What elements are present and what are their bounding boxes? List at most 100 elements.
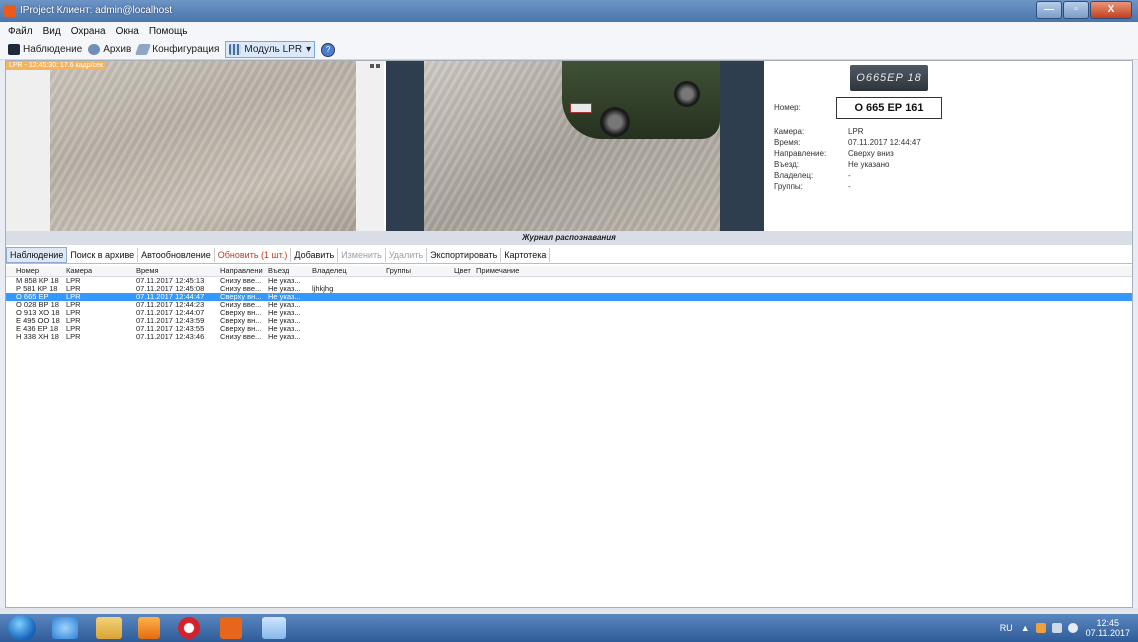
refresh-button[interactable]: Обновить (1 шт.) [215,248,292,262]
maximize-button[interactable]: ▫ [1063,1,1089,19]
language-indicator[interactable]: RU [1000,623,1013,633]
menu-bar: Файл Вид Охрана Окна Помощь [0,22,1138,40]
tab-observe[interactable]: Наблюдение [6,247,68,263]
table-cell-Направлени: Сверху вн... [220,317,262,325]
window-title: IProject Клиент: admin@localhost [20,5,173,16]
table-cell-Направлени: Снизу вве... [220,285,262,293]
network-icon[interactable] [1051,623,1062,633]
window-controls: — ▫ X [1035,1,1132,19]
vehicle-image [562,61,720,139]
menu-help[interactable]: Помощь [149,26,188,37]
flag-icon[interactable] [1035,623,1046,633]
live-camera-view[interactable]: LPR - 12:45:30; 17.6 кадр/сек [6,61,384,231]
menu-windows[interactable]: Окна [116,26,139,37]
menu-view[interactable]: Вид [43,26,61,37]
col-time[interactable]: Время [136,266,159,275]
table-row[interactable]: О 913 ХО 18 LPR 07.11.2017 12:44:07 Сверху … [6,309,1132,317]
journal-title: Журнал распознавания [6,231,1132,245]
table-row[interactable]: О 665 ЕР LPR 07.11.2017 12:44:47 Сверху вн.… [6,293,1132,301]
card-index-button[interactable]: Картотека [501,248,551,262]
clock[interactable]: 12:45 07.11.2017 [1086,618,1130,638]
dropdown-arrow-icon: ▾ [306,44,312,55]
groups-value: - [848,182,851,191]
table-cell-Въезд: Не указ... [268,277,301,285]
close-button[interactable]: X [1090,1,1132,19]
entry-value: Не указано [848,160,890,169]
table-cell-Номер: Н 338 ХН 18 [16,333,59,341]
plate-crop-image: O665EP 18 [850,65,928,91]
table-cell-Время: 07.11.2017 12:44:47 [136,293,205,301]
camera-menu-icon[interactable] [370,64,380,68]
table-row[interactable]: М 858 КР 18 LPR 07.11.2017 12:45:13 Снизу в… [6,277,1132,285]
tray-expand-icon[interactable]: ▲ [1021,623,1030,633]
table-cell-Въезд: Не указ... [268,317,301,325]
table-cell-Въезд: Не указ... [268,325,301,333]
vehicle-plate [570,103,592,113]
entry-label: Въезд: [774,160,799,169]
help-icon[interactable]: ? [321,42,336,57]
menu-file[interactable]: Файл [8,26,33,37]
table-cell-Въезд: Не указ... [268,285,301,293]
archive-label: Архив [103,44,132,55]
ie-icon[interactable] [52,617,78,639]
edit-button[interactable]: Изменить [338,248,386,262]
iproject-icon[interactable] [220,617,242,639]
table-cell-Камера: LPR [66,309,81,317]
delete-button[interactable]: Удалить [386,248,428,262]
col-direction[interactable]: Направлени [220,266,266,275]
table-cell-Номер: О 028 ВР 18 [16,301,59,309]
recognized-snapshot [386,61,764,231]
table-cell-Владелец: ljhkjhg [312,285,334,293]
table-cell-Направлени: Снизу вве... [220,301,262,309]
col-note[interactable]: Примечание [476,266,519,275]
title-bar: IProject Клиент: admin@localhost — ▫ X [0,0,1138,22]
explorer-icon[interactable] [96,617,122,639]
paint-icon[interactable] [262,617,286,639]
col-groups[interactable]: Группы [386,266,411,275]
menu-security[interactable]: Охрана [71,26,106,37]
monitor-icon [8,44,20,55]
tab-autorefresh[interactable]: Автообновление [138,248,215,262]
camera-label: Камера: [774,127,805,136]
table-cell-Номер: М 858 КР 18 [16,277,59,285]
table-cell-Время: 07.11.2017 12:45:13 [136,277,205,285]
col-color[interactable]: Цвет [454,266,471,275]
table-cell-Направлени: Сверху вн... [220,325,262,333]
number-value: О 665 ЕР 161 [836,97,942,119]
minimize-button[interactable]: — [1036,1,1062,19]
archive-icon [88,44,101,55]
table-cell-Въезд: Не указ... [268,309,301,317]
add-button[interactable]: Добавить [291,248,339,262]
archive-button[interactable]: Архив [88,44,131,55]
table-cell-Въезд: Не указ... [268,301,301,309]
table-row[interactable]: Е 495 ОО 18 LPR 07.11.2017 12:43:59 Сверху … [6,317,1132,325]
table-header: Номер Камера Время Направлени Въезд Влад… [6,266,1132,277]
config-button[interactable]: Конфигурация [135,44,219,55]
lpr-module-button[interactable]: Модуль LPR ▾ [225,41,316,58]
tab-archive-search[interactable]: Поиск в архиве [67,248,139,262]
media-player-icon[interactable] [138,617,160,639]
col-camera[interactable]: Камера [66,266,92,275]
table-row[interactable]: О 028 ВР 18 LPR 07.11.2017 12:44:23 Снизу в… [6,301,1132,309]
wheel-icon [600,107,630,137]
table-row[interactable]: Р 581 КР 18 LPR 07.11.2017 12:45:08 Снизу в… [6,285,1132,293]
table-row[interactable]: Н 338 ХН 18 LPR 07.11.2017 12:43:46 Снизу в… [6,333,1132,341]
volume-icon[interactable] [1067,623,1078,633]
camera-status-overlay: LPR - 12:45:30; 17.6 кадр/сек [6,61,107,70]
export-button[interactable]: Экспортировать [427,248,502,262]
start-button[interactable] [8,615,36,641]
table-cell-Направлени: Сверху вн... [220,293,262,301]
yandex-browser-icon[interactable] [178,617,200,639]
table-row[interactable]: Е 436 ЕР 18 LPR 07.11.2017 12:43:55 Сверху … [6,325,1132,333]
direction-value: Сверху вниз [848,149,894,158]
col-owner[interactable]: Владелец [312,266,347,275]
col-entry[interactable]: Въезд [268,266,289,275]
table-cell-Камера: LPR [66,325,81,333]
col-number[interactable]: Номер [16,266,39,275]
table-cell-Номер: Р 581 КР 18 [16,285,58,293]
road-texture [6,61,384,231]
table-cell-Номер: Е 495 ОО 18 [16,317,60,325]
observe-button[interactable]: Наблюдение [8,44,82,55]
windows-taskbar: RU ▲ 12:45 07.11.2017 [0,614,1138,642]
table-cell-Камера: LPR [66,277,81,285]
